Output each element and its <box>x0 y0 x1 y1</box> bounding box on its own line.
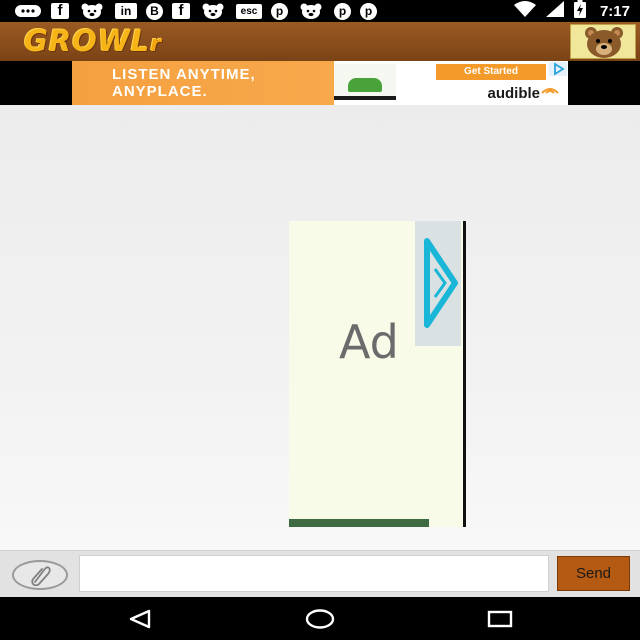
chat-bubble-icon <box>14 3 42 19</box>
logo-suffix: r <box>150 32 163 57</box>
content-ad[interactable]: Ad <box>289 221 466 527</box>
facebook-icon: f <box>51 3 69 19</box>
system-status: 7:17 <box>513 0 630 23</box>
app-logo: GROWLr <box>24 24 162 58</box>
banner-line-1: LISTEN ANYTIME, <box>112 66 256 83</box>
message-composer: Send <box>0 550 640 597</box>
audible-brand: audible <box>487 85 540 102</box>
send-button[interactable]: Send <box>557 556 630 591</box>
banner-headline: LISTEN ANYTIME, ANYPLACE. <box>72 61 334 105</box>
audible-waves-icon <box>541 88 559 94</box>
growl-bear-icon <box>199 3 227 19</box>
growl-bear-icon <box>78 3 106 19</box>
play-arrow-icon <box>424 238 458 328</box>
navigation-bar <box>0 597 640 640</box>
app-header: GROWLr <box>0 22 640 61</box>
cell-signal-icon <box>545 0 564 22</box>
message-input[interactable] <box>79 555 549 592</box>
banner-area: LISTEN ANYTIME, ANYPLACE. Get Started au… <box>0 61 640 105</box>
clock: 7:17 <box>599 2 630 20</box>
ad-play-arrow[interactable] <box>415 221 461 346</box>
battery-charging-icon <box>573 0 586 23</box>
get-started-button[interactable]: Get Started <box>436 64 546 80</box>
banner-line-2: ANYPLACE. <box>112 83 208 100</box>
growl-bear-icon <box>297 3 325 19</box>
b-circle-icon: B <box>146 2 163 20</box>
status-bar: f in B f esc p p p 7:17 <box>0 0 640 22</box>
banner-ad[interactable]: LISTEN ANYTIME, ANYPLACE. Get Started au… <box>72 61 568 105</box>
notification-icons: f in B f esc p p p <box>14 2 377 20</box>
book-cover-image <box>334 64 396 100</box>
back-triangle-icon <box>129 609 151 629</box>
pinterest-icon: p <box>271 2 288 20</box>
home-button[interactable] <box>300 605 340 633</box>
ad-label: Ad <box>339 315 399 369</box>
ad-bottom-strip <box>289 519 429 527</box>
linkedin-icon: in <box>115 3 137 19</box>
chat-area[interactable]: Ad <box>0 105 640 550</box>
avatar[interactable] <box>570 24 636 59</box>
pinterest-icon: p <box>334 2 351 20</box>
pinterest-icon: p <box>360 2 377 20</box>
wifi-icon <box>513 0 536 22</box>
paperclip-icon <box>31 566 51 586</box>
esc-icon: esc <box>236 3 262 19</box>
adchoices-icon[interactable] <box>549 62 567 76</box>
recents-button[interactable] <box>480 605 520 633</box>
attach-button[interactable] <box>12 560 68 590</box>
logo-text: GROWL <box>24 24 151 58</box>
back-button[interactable] <box>120 605 160 633</box>
home-circle-icon <box>305 609 335 629</box>
recents-square-icon <box>487 610 513 628</box>
facebook-icon: f <box>172 3 190 19</box>
